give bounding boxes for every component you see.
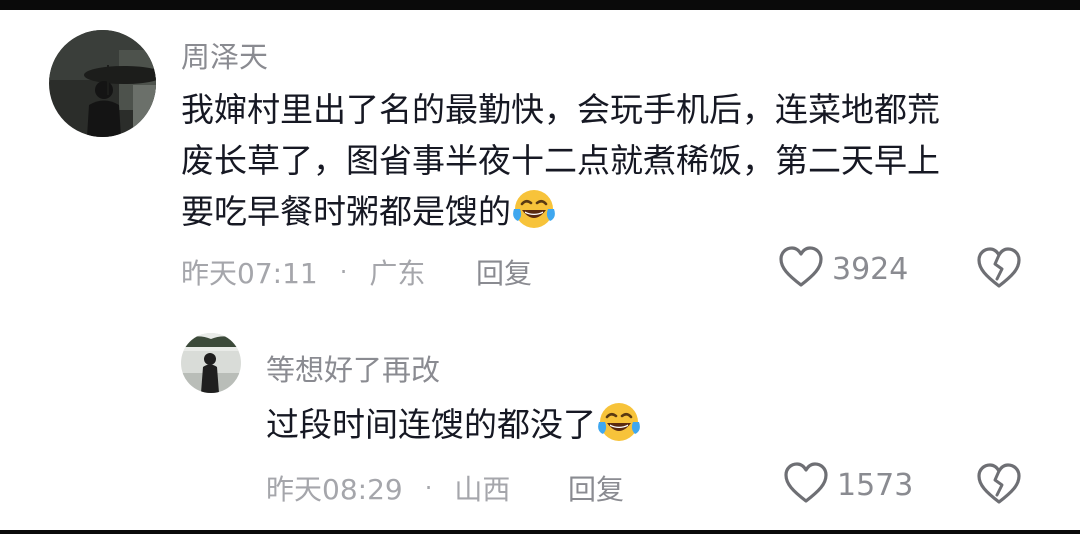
heart-outline-icon <box>783 461 829 509</box>
broken-heart-icon <box>976 463 1022 510</box>
laughing-crying-emoji-icon <box>513 188 555 244</box>
broken-heart-icon <box>976 247 1022 294</box>
avatar-image <box>181 333 241 393</box>
dislike-button[interactable] <box>976 246 1022 294</box>
reply-button[interactable]: 回复 <box>476 252 532 292</box>
comment-location: 山西 <box>454 473 511 506</box>
avatar[interactable] <box>181 333 241 393</box>
comment-text-line: 废长草了，图省事半夜十二点就煮稀饭，第二天早上 <box>181 141 940 180</box>
reply-button[interactable]: 回复 <box>568 468 624 508</box>
comment-text: 过段时间连馊的都没了 <box>266 399 640 457</box>
like-count: 3924 <box>832 251 909 287</box>
separator-dot: · <box>339 258 348 286</box>
like-button[interactable]: 3924 <box>778 245 908 293</box>
like-count: 1573 <box>837 467 914 503</box>
comment-meta: 昨天08:29 · 山西 <box>266 468 510 508</box>
comment-text-line: 我婶村里出了名的最勤快，会玩手机后，连菜地都荒 <box>181 90 940 129</box>
separator-dot: · <box>424 474 433 502</box>
comment-text-line: 过段时间连馊的都没了 <box>266 405 596 444</box>
comment-text: 我婶村里出了名的最勤快，会玩手机后，连菜地都荒 废长草了，图省事半夜十二点就煮稀… <box>181 84 940 244</box>
laughing-crying-emoji-icon <box>598 401 640 457</box>
comment-username[interactable]: 周泽天 <box>181 34 268 76</box>
avatar[interactable] <box>49 30 156 137</box>
comment-time: 昨天07:11 <box>181 257 318 290</box>
comment-text-line: 要吃早餐时粥都是馊的 <box>181 192 511 231</box>
comment-time: 昨天08:29 <box>266 473 403 506</box>
comment-username[interactable]: 等想好了再改 <box>266 347 440 389</box>
comment-location: 广东 <box>369 257 426 290</box>
comment-text-line-wrap: 要吃早餐时粥都是馊的 <box>181 186 940 244</box>
heart-outline-icon <box>778 245 824 293</box>
top-edge-bar <box>0 0 1080 10</box>
dislike-button[interactable] <box>976 462 1022 510</box>
comment-text-line-wrap: 过段时间连馊的都没了 <box>266 399 640 457</box>
like-button[interactable]: 1573 <box>783 461 913 509</box>
comment-meta: 昨天07:11 · 广东 <box>181 252 425 292</box>
avatar-image <box>49 30 156 137</box>
bottom-edge-bar <box>0 530 1080 534</box>
